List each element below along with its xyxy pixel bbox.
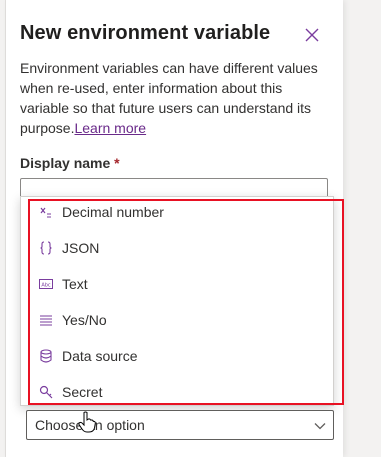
option-data-source[interactable]: Data source: [21, 341, 333, 371]
select-placeholder: Choose an option: [35, 417, 145, 433]
background-right-overlay: [343, 0, 381, 457]
option-label: Decimal number: [62, 204, 164, 220]
description-text: Environment variables can have different…: [20, 60, 318, 136]
display-name-label: Display name *: [20, 155, 120, 171]
json-braces-icon: [39, 241, 53, 255]
data-type-select[interactable]: Choose an option: [26, 410, 334, 440]
chevron-down-icon: [314, 423, 326, 430]
option-label: Data source: [62, 348, 138, 364]
new-environment-variable-panel: New environment variable Environment var…: [6, 0, 344, 457]
display-name-label-text: Display name: [20, 155, 111, 171]
database-icon: [39, 349, 53, 363]
option-label: Secret: [62, 384, 103, 400]
panel-description: Environment variables can have different…: [20, 58, 326, 138]
option-json[interactable]: JSON: [21, 233, 333, 263]
svg-text:Abc: Abc: [41, 283, 51, 289]
list-lines-icon: [39, 313, 53, 327]
option-yes-no[interactable]: Yes/No: [21, 305, 333, 335]
required-marker: *: [114, 155, 120, 171]
panel-title: New environment variable: [20, 22, 271, 44]
option-secret[interactable]: Secret: [21, 377, 333, 405]
option-label: Text: [62, 276, 88, 292]
key-search-icon: [39, 385, 53, 399]
option-label: JSON: [62, 240, 100, 256]
option-decimal-number[interactable]: Decimal number: [21, 197, 333, 227]
learn-more-link[interactable]: Learn more: [74, 120, 146, 136]
option-label: Yes/No: [62, 312, 107, 328]
decimal-icon: [39, 205, 53, 219]
data-type-dropdown-list: Decimal number JSON Abc Text Yes/No Data…: [20, 196, 334, 406]
text-abc-icon: Abc: [39, 277, 53, 291]
option-text[interactable]: Abc Text: [21, 269, 333, 299]
close-icon[interactable]: [304, 27, 320, 43]
